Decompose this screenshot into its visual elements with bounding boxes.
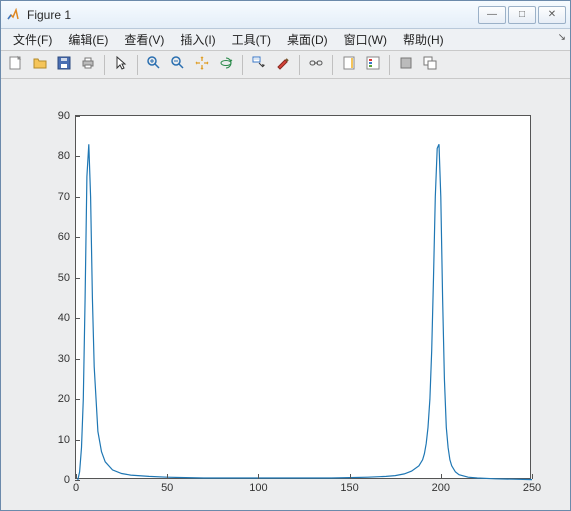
legend-icon: [365, 55, 381, 74]
x-tick-label: 150: [340, 482, 358, 494]
y-tick-mark: [75, 318, 80, 319]
toolbar-separator: [389, 55, 390, 75]
pan-icon: [194, 55, 210, 74]
window-title: Figure 1: [27, 8, 478, 22]
y-tick-label: 90: [58, 110, 70, 122]
matlab-icon: [5, 7, 21, 23]
axes[interactable]: 0102030405060708090050100150200250: [75, 115, 531, 479]
y-tick-mark: [75, 399, 80, 400]
y-tick-mark: [75, 440, 80, 441]
plot-line: [76, 116, 532, 480]
open-file-button[interactable]: [29, 54, 51, 76]
pointer-button[interactable]: [110, 54, 132, 76]
zoom-in-button[interactable]: [143, 54, 165, 76]
show-tools-icon: [422, 55, 438, 74]
print-icon: [80, 55, 96, 74]
zoom-out-button[interactable]: [167, 54, 189, 76]
toolbar-separator: [299, 55, 300, 75]
open-file-icon: [32, 55, 48, 74]
colorbar-icon: [341, 55, 357, 74]
y-tick-label: 40: [58, 312, 70, 324]
x-tick-label: 0: [73, 482, 79, 494]
x-tick-mark: [441, 474, 442, 479]
y-tick-mark: [75, 156, 80, 157]
brush-icon: [275, 55, 291, 74]
x-tick-mark: [532, 474, 533, 479]
zoom-out-icon: [170, 55, 186, 74]
menubar-dropdown-icon[interactable]: ↘: [558, 32, 566, 43]
titlebar: Figure 1 — □ ✕: [1, 1, 570, 29]
pointer-icon: [113, 55, 129, 74]
series-line: [78, 144, 532, 480]
save-button[interactable]: [53, 54, 75, 76]
close-button[interactable]: ✕: [538, 6, 566, 24]
y-tick-label: 30: [58, 353, 70, 365]
rotate-3d-button[interactable]: [215, 54, 237, 76]
toolbar-separator: [332, 55, 333, 75]
y-tick-mark: [75, 197, 80, 198]
maximize-button[interactable]: □: [508, 6, 536, 24]
link-icon: [308, 55, 324, 74]
rotate-3d-icon: [218, 55, 234, 74]
show-tools-button[interactable]: [419, 54, 441, 76]
pan-button[interactable]: [191, 54, 213, 76]
new-figure-button[interactable]: [5, 54, 27, 76]
y-tick-label: 20: [58, 393, 70, 405]
y-tick-label: 10: [58, 434, 70, 446]
menu-0[interactable]: 文件(F): [5, 29, 60, 50]
legend-button[interactable]: [362, 54, 384, 76]
y-tick-label: 80: [58, 150, 70, 162]
y-tick-mark: [75, 480, 80, 481]
data-cursor-icon: [251, 55, 267, 74]
x-tick-mark: [258, 474, 259, 479]
menu-7[interactable]: 帮助(H): [395, 29, 452, 50]
y-tick-label: 60: [58, 231, 70, 243]
x-tick-label: 50: [161, 482, 173, 494]
y-tick-label: 50: [58, 272, 70, 284]
link-button[interactable]: [305, 54, 327, 76]
y-tick-label: 70: [58, 191, 70, 203]
new-figure-icon: [8, 55, 24, 74]
chart-area: 0 10 20 30 40 50 60 70 80 90 0 50 100 150 200 250: [1, 79, 570, 510]
toolbar: [1, 51, 570, 79]
y-tick-label: 0: [64, 474, 70, 486]
toolbar-separator: [104, 55, 105, 75]
menu-1[interactable]: 编辑(E): [60, 29, 116, 50]
y-tick-mark: [75, 278, 80, 279]
brush-button[interactable]: [272, 54, 294, 76]
x-tick-label: 250: [523, 482, 541, 494]
y-tick-mark: [75, 237, 80, 238]
menu-3[interactable]: 插入(I): [172, 29, 223, 50]
menu-5[interactable]: 桌面(D): [279, 29, 336, 50]
y-tick-mark: [75, 359, 80, 360]
figure-window: Figure 1 — □ ✕ 文件(F)编辑(E)查看(V)插入(I)工具(T)…: [0, 0, 571, 511]
save-icon: [56, 55, 72, 74]
x-tick-mark: [76, 474, 77, 479]
y-tick-mark: [75, 116, 80, 117]
zoom-in-icon: [146, 55, 162, 74]
colorbar-button[interactable]: [338, 54, 360, 76]
print-button[interactable]: [77, 54, 99, 76]
menubar: 文件(F)编辑(E)查看(V)插入(I)工具(T)桌面(D)窗口(W)帮助(H)…: [1, 29, 570, 51]
x-tick-label: 100: [249, 482, 267, 494]
x-tick-label: 200: [432, 482, 450, 494]
data-cursor-button[interactable]: [248, 54, 270, 76]
menu-6[interactable]: 窗口(W): [336, 29, 395, 50]
menu-2[interactable]: 查看(V): [116, 29, 172, 50]
toolbar-separator: [242, 55, 243, 75]
x-tick-mark: [350, 474, 351, 479]
minimize-button[interactable]: —: [478, 6, 506, 24]
hide-tools-button[interactable]: [395, 54, 417, 76]
x-tick-mark: [167, 474, 168, 479]
window-controls: — □ ✕: [478, 6, 566, 24]
menu-4[interactable]: 工具(T): [224, 29, 279, 50]
hide-tools-icon: [398, 55, 414, 74]
toolbar-separator: [137, 55, 138, 75]
